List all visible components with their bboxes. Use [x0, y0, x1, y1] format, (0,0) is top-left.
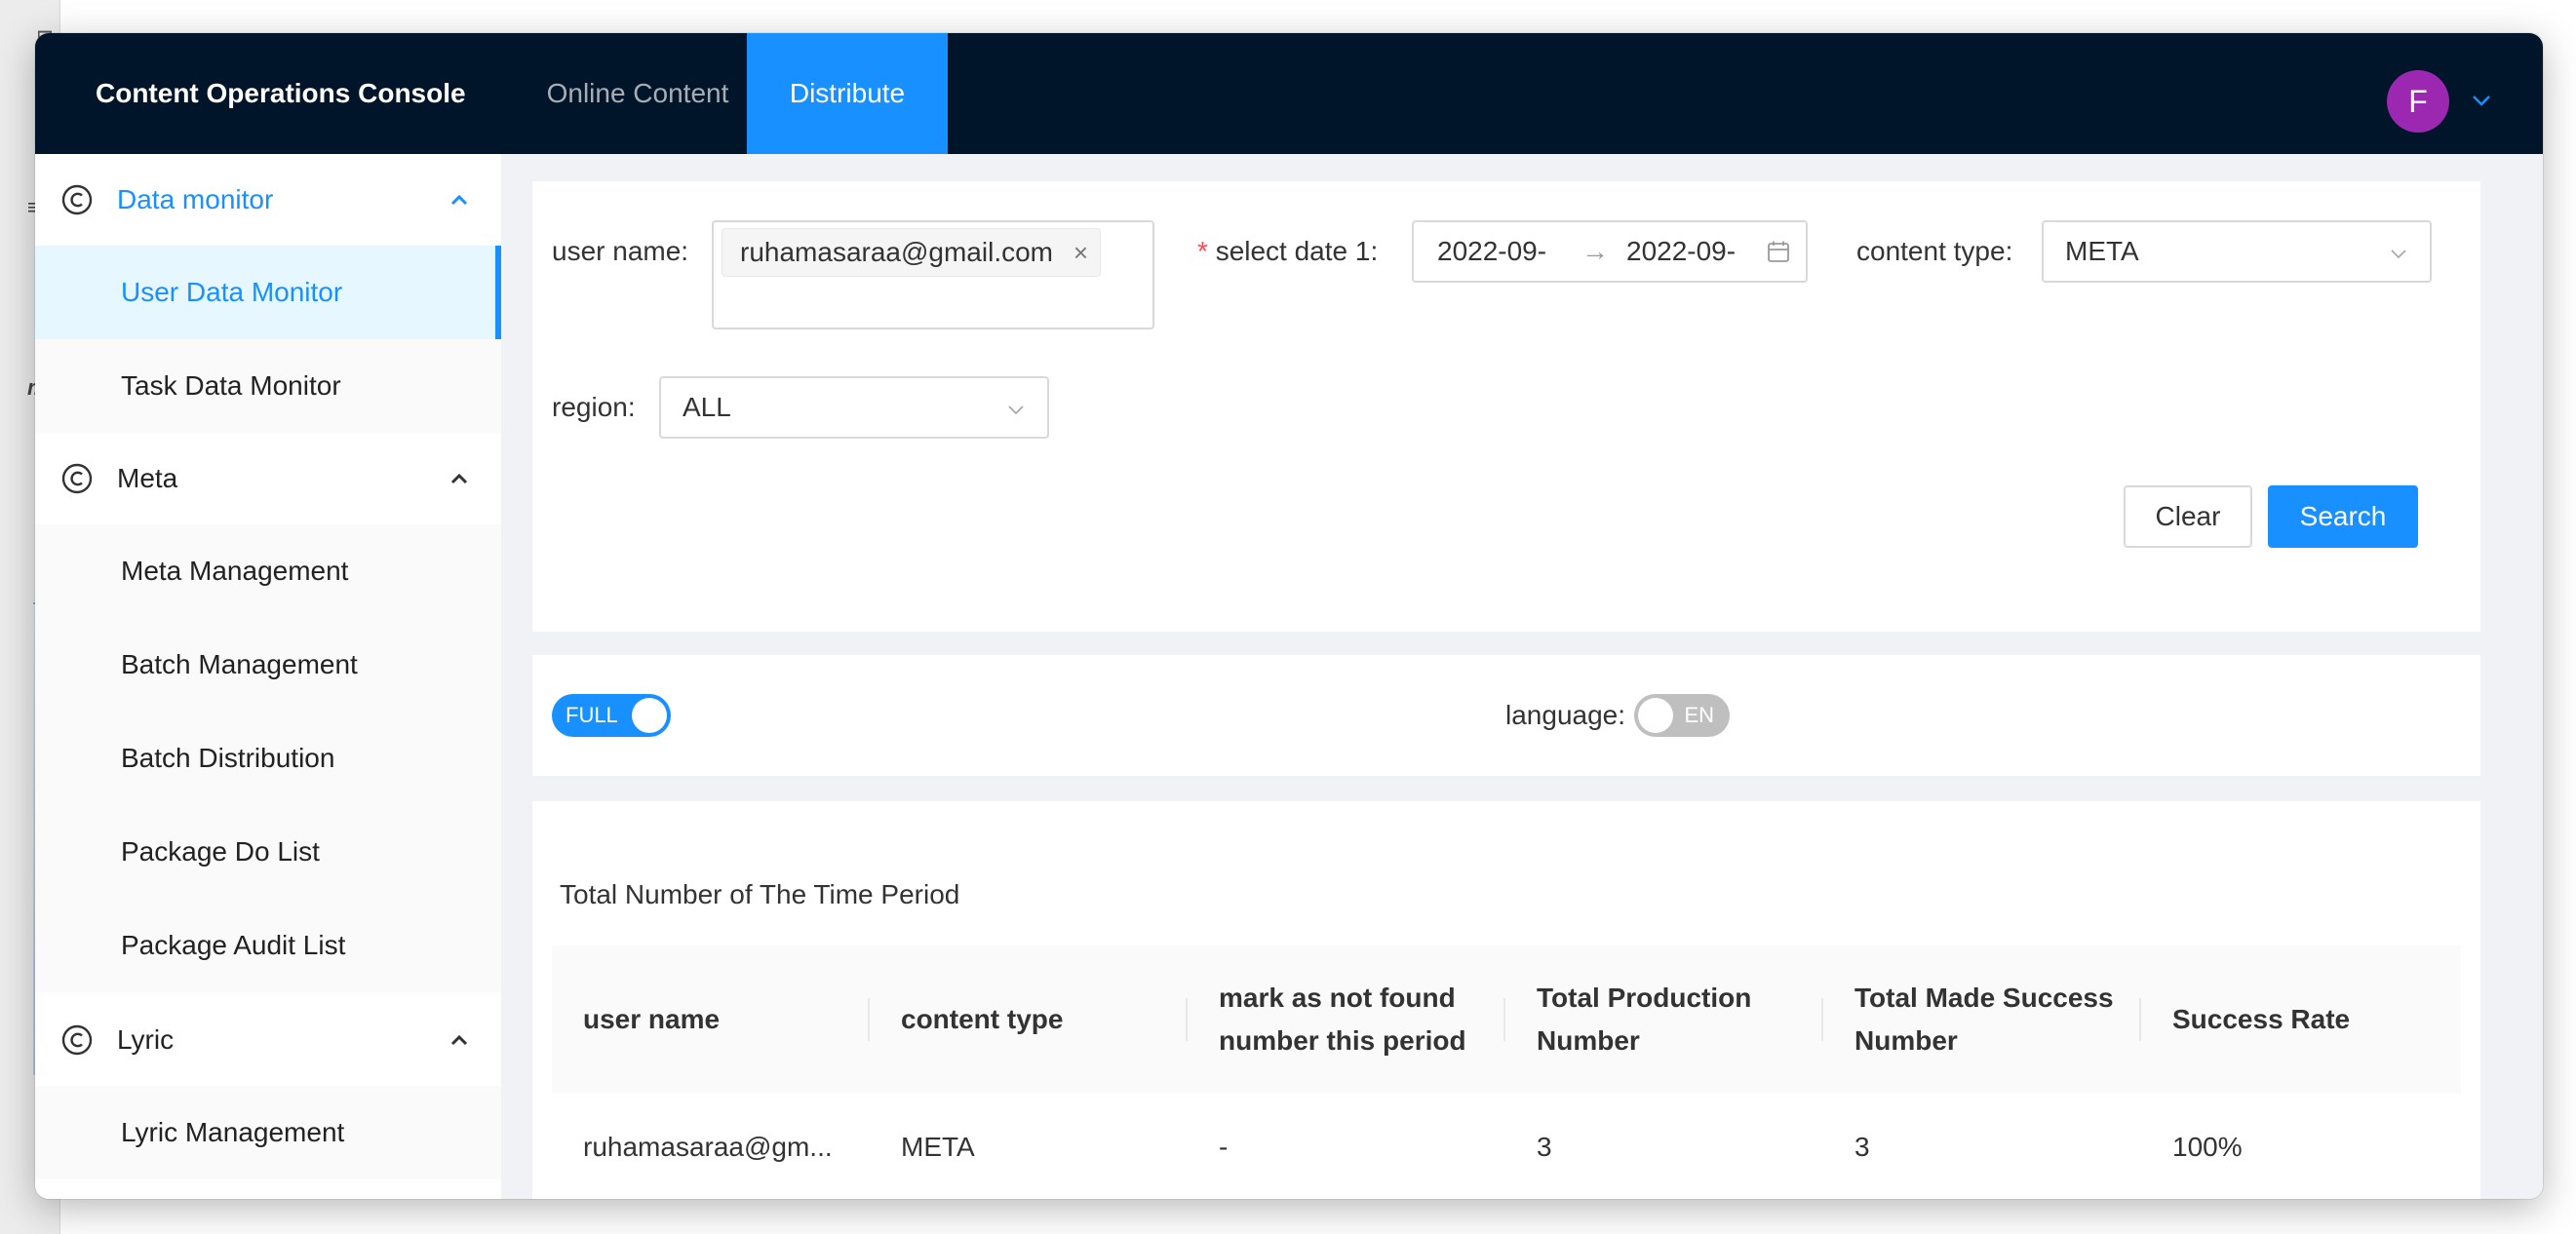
close-icon[interactable]: × [1073, 229, 1088, 276]
nav-distribute[interactable]: Distribute [747, 33, 948, 154]
summary-table-panel: Total Number of The Time Period user nam… [532, 801, 2480, 1199]
copyright-icon [61, 184, 93, 215]
required-mark: * [1197, 236, 1208, 266]
sidebar-group-meta[interactable]: Meta [35, 433, 501, 524]
cell-total-made-success: 3 [1854, 1132, 1870, 1162]
arrow-right-icon: → [1581, 236, 1609, 266]
user-name-select[interactable]: ruhamasaraa@gmail.com × [712, 220, 1154, 329]
select-date-label: * select date 1: [1197, 236, 1379, 266]
sidebar-group-label: Data monitor [117, 184, 274, 214]
table-title: Total Number of The Time Period [560, 879, 960, 909]
toggle-knob [632, 698, 667, 733]
chevron-down-icon [2391, 250, 2406, 259]
chevron-up-icon [450, 194, 468, 206]
chevron-down-icon [1008, 405, 1024, 415]
full-toggle[interactable]: FULL [552, 694, 671, 737]
language-toggle-text: EN [1684, 703, 1714, 727]
sidebar-item-label: User Data Monitor [121, 277, 343, 307]
sidebar-item-lyric-management[interactable]: Lyric Management [35, 1086, 501, 1179]
chevron-up-icon [450, 1034, 468, 1046]
user-name-tag: ruhamasaraa@gmail.com × [722, 228, 1101, 277]
filter-panel: user name: ruhamasaraa@gmail.com × * sel… [532, 181, 2480, 632]
sidebar-item-meta-management[interactable]: Meta Management [35, 524, 501, 618]
full-toggle-text: FULL [566, 703, 618, 727]
column-header-not-found[interactable]: mark as not found number this period [1188, 945, 1505, 1094]
toggle-panel: FULL language: EN [532, 655, 2480, 776]
column-header-total-production[interactable]: Total Production Number [1505, 945, 1823, 1094]
sidebar-item-package-audit-list[interactable]: Package Audit List [35, 899, 501, 992]
date-end-input[interactable]: 2022-09- [1626, 222, 1736, 281]
cell-content-type: META [901, 1132, 975, 1162]
chevron-up-icon [450, 473, 468, 484]
column-header-content-type[interactable]: content type [870, 945, 1188, 1094]
app-window: Content Operations Console Online Conten… [35, 33, 2543, 1199]
sidebar-group-label: Lyric [117, 1024, 175, 1055]
region-select[interactable]: ALL [659, 376, 1049, 439]
sidebar-item-label: Batch Management [121, 649, 358, 679]
sidebar-item-package-do-list[interactable]: Package Do List [35, 805, 501, 899]
sidebar-item-label: Package Audit List [121, 930, 346, 960]
sidebar: Data monitor User Data Monitor Task Data… [35, 154, 501, 1199]
cell-not-found: - [1219, 1132, 1229, 1162]
column-header-user-name[interactable]: user name [552, 945, 870, 1094]
sidebar-item-label: Meta Management [121, 556, 349, 586]
user-name-label: user name: [552, 236, 689, 266]
copyright-icon [61, 1024, 93, 1056]
user-name-tag-text: ruhamasaraa@gmail.com [740, 237, 1053, 267]
table-row[interactable]: ruhamasaraa@gm... META - 3 3 100% [552, 1094, 2461, 1199]
avatar[interactable]: F [2387, 70, 2449, 133]
language-toggle[interactable]: EN [1634, 694, 1730, 737]
column-header-total-made-success[interactable]: Total Made Success Number [1823, 945, 2141, 1094]
nav-online-content[interactable]: Online Content [513, 33, 762, 154]
sidebar-item-user-data-monitor[interactable]: User Data Monitor [35, 246, 501, 339]
date-range-picker[interactable]: 2022-09- → 2022-09- [1412, 220, 1808, 283]
sidebar-group-data-monitor[interactable]: Data monitor [35, 154, 501, 246]
copyright-icon [61, 463, 93, 494]
sidebar-item-label: Package Do List [121, 836, 320, 867]
content-type-label: content type: [1856, 236, 2013, 266]
app-title: Content Operations Console [96, 78, 466, 108]
cell-success-rate: 100% [2172, 1132, 2243, 1162]
content-type-value: META [2065, 236, 2139, 266]
chevron-down-icon[interactable] [2465, 84, 2498, 117]
region-label: region: [552, 392, 636, 422]
sidebar-item-batch-management[interactable]: Batch Management [35, 618, 501, 712]
sidebar-item-batch-distribution[interactable]: Batch Distribution [35, 712, 501, 805]
toggle-knob [1638, 698, 1673, 733]
column-header-success-rate[interactable]: Success Rate [2141, 945, 2461, 1094]
search-button[interactable]: Search [2268, 485, 2418, 548]
sidebar-group-lyric[interactable]: Lyric [35, 994, 501, 1086]
clear-button[interactable]: Clear [2124, 485, 2252, 548]
language-label: language: [1505, 700, 1626, 730]
sidebar-item-label: Task Data Monitor [121, 370, 341, 401]
sidebar-item-label: Batch Distribution [121, 743, 335, 773]
cell-user-name: ruhamasaraa@gm... [583, 1132, 833, 1162]
date-start-input[interactable]: 2022-09- [1437, 222, 1546, 281]
calendar-icon [1768, 241, 1789, 262]
cell-total-production: 3 [1537, 1132, 1552, 1162]
sidebar-item-task-data-monitor[interactable]: Task Data Monitor [35, 339, 501, 433]
region-value: ALL [683, 392, 731, 422]
table-header: user name content type mark as not found… [552, 945, 2461, 1095]
sidebar-group-label: Meta [117, 463, 178, 493]
content-type-select[interactable]: META [2042, 220, 2432, 283]
main-content: user name: ruhamasaraa@gmail.com × * sel… [501, 154, 2543, 1199]
sidebar-item-label: Lyric Management [121, 1117, 345, 1147]
top-navigation-bar: Content Operations Console Online Conten… [35, 33, 2543, 154]
